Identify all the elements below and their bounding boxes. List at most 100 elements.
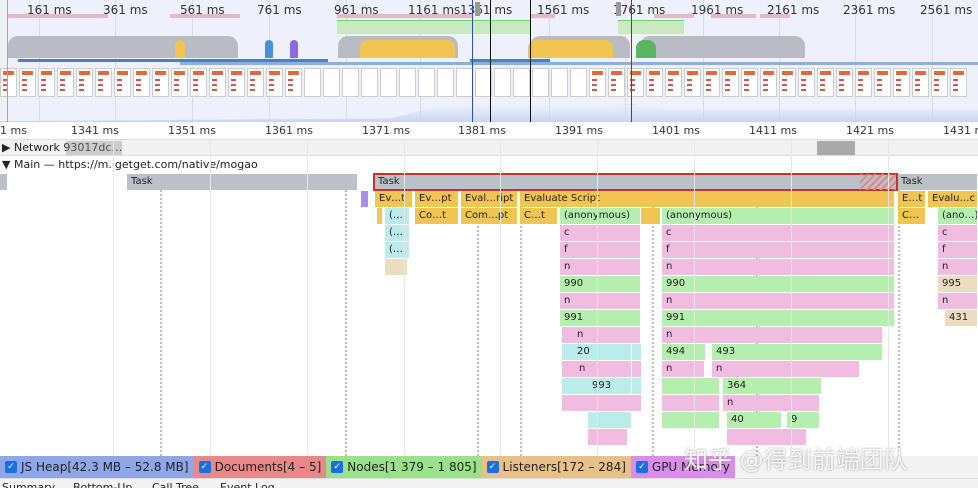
screenshot-thumbnail[interactable] — [684, 68, 701, 97]
flame-entry[interactable]: 991 — [662, 310, 895, 326]
flame-entry[interactable]: Com…pt — [461, 208, 518, 224]
flame-entry[interactable]: n — [573, 327, 641, 343]
checkbox-checked-icon[interactable]: ✓ — [5, 461, 17, 473]
screenshot-thumbnail[interactable] — [114, 68, 131, 97]
main-track-header[interactable]: ▼ Main — https://m.igetget.com/native/mo… — [0, 157, 978, 173]
flame-entry[interactable]: 494 — [662, 344, 706, 360]
screenshot-thumbnail[interactable] — [437, 68, 454, 97]
flame-entry[interactable]: (ano…) — [938, 208, 978, 224]
screenshot-thumbnail[interactable] — [893, 68, 910, 97]
network-request-bar[interactable] — [817, 141, 855, 155]
checkbox-checked-icon[interactable]: ✓ — [486, 461, 499, 473]
screenshot-thumbnail[interactable] — [361, 68, 378, 97]
checkbox-checked-icon[interactable]: ✓ — [331, 461, 344, 473]
screenshot-thumbnail[interactable] — [912, 68, 929, 97]
screenshot-thumbnail[interactable] — [570, 68, 587, 97]
screenshot-thumbnail[interactable] — [285, 68, 302, 97]
flame-entry[interactable]: Evaluate Script — [520, 191, 895, 207]
flame-entry[interactable]: n — [560, 293, 641, 309]
overview-selection-handle[interactable] — [616, 2, 621, 16]
screenshot-thumbnail[interactable] — [418, 68, 435, 97]
screenshot-thumbnail[interactable] — [646, 68, 663, 97]
screenshot-thumbnail[interactable] — [171, 68, 188, 97]
flame-entry-unlabeled[interactable] — [361, 191, 369, 207]
flame-entry-unlabeled[interactable] — [662, 412, 720, 428]
flame-entry[interactable]: f — [938, 242, 978, 258]
flame-entry[interactable]: 991 — [560, 310, 641, 326]
screenshot-thumbnail[interactable] — [760, 68, 777, 97]
screenshot-thumbnail[interactable] — [95, 68, 112, 97]
screenshot-thumbnail[interactable] — [152, 68, 169, 97]
network-track[interactable]: ▶ Network 93017dc… — [0, 140, 978, 156]
screenshot-thumbnail[interactable] — [0, 68, 17, 97]
details-tab[interactable]: Event Log — [220, 481, 275, 488]
legend-counter-toggle[interactable]: ✓ JS Heap[42.3 MB – 52.8 MB] — [0, 456, 194, 478]
screenshot-thumbnail[interactable] — [817, 68, 834, 97]
screenshot-thumbnail[interactable] — [703, 68, 720, 97]
screenshot-thumbnail[interactable] — [57, 68, 74, 97]
flame-entry[interactable]: (… — [385, 242, 410, 258]
flame-entry[interactable]: (anonymous) — [560, 208, 641, 224]
flame-entry[interactable]: Evalu…c — [928, 191, 978, 207]
legend-counter-toggle[interactable]: ✓ Listeners[172 – 284] — [481, 456, 631, 478]
flame-entry-unlabeled[interactable] — [641, 208, 661, 224]
details-tab[interactable]: Call Tree — [152, 481, 199, 488]
screenshot-thumbnail[interactable] — [133, 68, 150, 97]
checkbox-checked-icon[interactable]: ✓ — [198, 461, 211, 473]
screenshot-thumbnail[interactable] — [741, 68, 758, 97]
flame-entry[interactable]: 364 — [723, 378, 822, 394]
flame-entry[interactable]: Ev…pt — [415, 191, 459, 207]
flame-entry[interactable]: n — [723, 395, 820, 411]
legend-counter-toggle[interactable]: ✓ Documents[4 – 5] — [193, 456, 327, 478]
screenshot-thumbnail[interactable] — [209, 68, 226, 97]
flame-entry[interactable]: C… — [898, 208, 926, 224]
screenshot-thumbnail[interactable] — [266, 68, 283, 97]
flame-entry[interactable]: (anonymous) — [662, 208, 895, 224]
flame-entry[interactable]: E…t — [898, 191, 926, 207]
flame-entry-unlabeled[interactable] — [662, 378, 720, 394]
screenshot-thumbnail[interactable] — [19, 68, 36, 97]
flame-entry[interactable]: Eval…ript — [461, 191, 518, 207]
flame-entry[interactable]: 995 — [938, 276, 978, 292]
flame-entry[interactable]: (… — [385, 208, 410, 224]
flame-entry[interactable]: c — [662, 225, 895, 241]
flame-entry[interactable]: C…t — [520, 208, 558, 224]
screenshot-thumbnail[interactable] — [665, 68, 682, 97]
flame-entry[interactable]: Ev…t — [375, 191, 413, 207]
screenshot-thumbnail[interactable] — [228, 68, 245, 97]
screenshot-thumbnail[interactable] — [342, 68, 359, 97]
flame-entry[interactable]: n — [662, 327, 883, 343]
flame-entry[interactable]: 990 — [662, 276, 895, 292]
screenshot-thumbnail[interactable] — [494, 68, 511, 97]
screenshot-thumbnail[interactable] — [836, 68, 853, 97]
flame-entry[interactable]: c — [938, 225, 978, 241]
flame-entry[interactable]: n — [938, 293, 978, 309]
timeline-overview[interactable]: 161 ms 361 ms 561 ms 761 ms 961 ms 1161 ms 136… — [0, 0, 978, 122]
screenshot-thumbnail[interactable] — [456, 68, 473, 97]
flame-entry-unlabeled[interactable] — [662, 395, 720, 411]
flame-entry[interactable]: n — [662, 259, 895, 275]
screenshot-thumbnail[interactable] — [532, 68, 549, 97]
screenshot-thumbnail[interactable] — [874, 68, 891, 97]
overview-selection-handle[interactable] — [475, 2, 480, 16]
flame-entry[interactable]: Co…t — [415, 208, 459, 224]
flame-entry-unlabeled[interactable] — [0, 174, 8, 190]
flame-entry[interactable]: f — [560, 242, 641, 258]
details-tab[interactable]: Bottom-Up — [73, 481, 132, 488]
screenshot-thumbnail[interactable] — [551, 68, 568, 97]
screenshot-thumbnail[interactable] — [722, 68, 739, 97]
screenshot-thumbnail[interactable] — [608, 68, 625, 97]
flame-entry[interactable]: n — [938, 259, 978, 275]
screenshot-thumbnail[interactable] — [247, 68, 264, 97]
flame-entry-unlabeled[interactable] — [377, 208, 383, 224]
screenshot-thumbnail[interactable] — [323, 68, 340, 97]
screenshot-thumbnail[interactable] — [304, 68, 321, 97]
flame-entry[interactable]: 990 — [560, 276, 641, 292]
details-tab[interactable]: Summary — [2, 481, 55, 488]
flame-entry[interactable]: 20 — [573, 344, 632, 360]
screenshot-thumbnail[interactable] — [950, 68, 967, 97]
flame-entry-unlabeled[interactable] — [562, 395, 642, 411]
flame-entry[interactable]: f — [662, 242, 895, 258]
flame-entry[interactable]: n — [662, 293, 895, 309]
flame-entry[interactable]: (… — [385, 225, 410, 241]
